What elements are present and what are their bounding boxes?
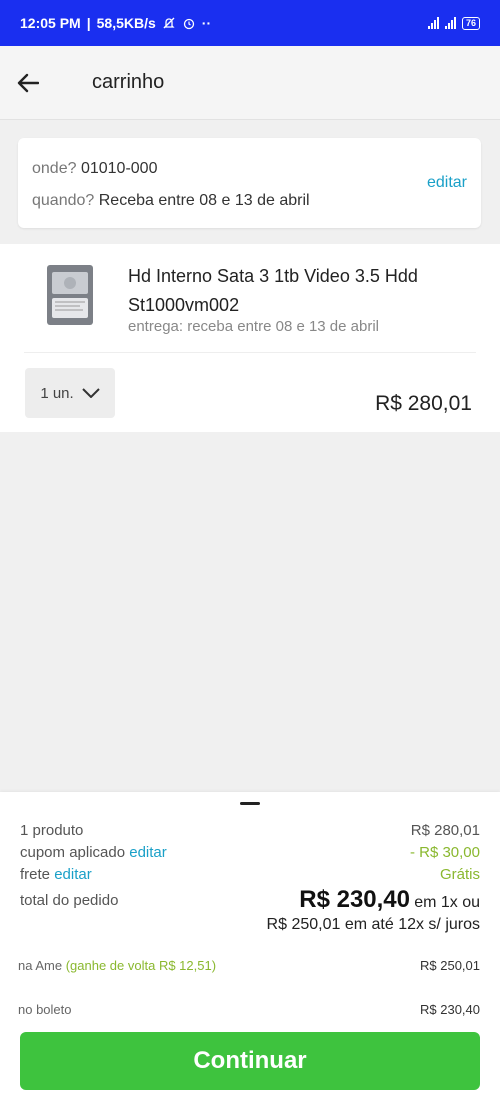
ame-label: na Ame (18, 958, 63, 973)
quantity-value: 1 un. (40, 384, 74, 402)
shipping-value: Grátis (439, 866, 480, 883)
status-time: 12:05 PM (20, 15, 81, 31)
back-button[interactable] (0, 46, 56, 120)
order-summary: 1 produto R$ 280,01 cupom aplicado edita… (0, 792, 500, 1110)
signal-icon-2 (444, 17, 456, 29)
signal-icon (427, 17, 439, 29)
ame-payment-row: na Ame (ganhe de volta R$ 12,51) R$ 250,… (18, 958, 480, 973)
summary-shipping-row: frete editar Grátis (20, 866, 480, 883)
boleto-label: no boleto (18, 1002, 72, 1017)
alarm-icon (183, 18, 194, 30)
continue-button[interactable]: Continuar (20, 1032, 480, 1090)
edit-shipping-link[interactable]: editar (54, 866, 92, 883)
edit-coupon-link[interactable]: editar (129, 844, 167, 861)
more-notifications-icon: ·· (201, 15, 212, 31)
status-bar: 12:05 PM | 58,5KB/s ·· 76 (0, 0, 500, 46)
battery-icon: 76 (461, 16, 480, 30)
delivery-location-card: onde? 01010-000 quando? Receba entre 08 … (18, 138, 481, 228)
drag-handle[interactable] (240, 802, 260, 805)
product-title[interactable]: Hd Interno Sata 3 1tb Video 3.5 Hdd St10… (128, 262, 458, 320)
coupon-value: - R$ 30,00 (409, 844, 480, 861)
when-label: quando? (32, 192, 95, 209)
when-value: Receba entre 08 e 13 de abril (98, 192, 310, 209)
shipping-label: frete (20, 866, 51, 883)
status-right: 76 (427, 16, 480, 30)
product-price: R$ 280,01 (375, 392, 472, 415)
where-value: 01010-000 (80, 160, 158, 177)
total-value: R$ 230,40 (299, 886, 411, 913)
when-line: quando? Receba entre 08 e 13 de abril (32, 192, 310, 210)
product-delivery: entrega: receba entre 08 e 13 de abril (128, 318, 380, 335)
boleto-value: R$ 230,40 (420, 1002, 480, 1017)
total-suffix: em 1x ou (414, 894, 480, 911)
page-title: carrinho (92, 71, 165, 93)
coupon-label: cupom aplicado (20, 844, 126, 861)
products-label: 1 produto (20, 822, 84, 839)
ame-cashback: (ganhe de volta R$ 12,51) (65, 958, 217, 973)
status-separator: | (86, 15, 91, 31)
where-line: onde? 01010-000 (32, 160, 157, 178)
summary-total-row: total do pedido R$ 230,40 em 1x ou (20, 886, 480, 913)
ame-value: R$ 250,01 (420, 958, 480, 973)
status-left: 12:05 PM | 58,5KB/s ·· (20, 15, 211, 31)
product-image[interactable] (46, 264, 94, 326)
edit-location-link[interactable]: editar (427, 174, 467, 192)
status-network-speed: 58,5KB/s (96, 15, 156, 31)
arrow-left-icon (17, 73, 39, 92)
cart-item: Hd Interno Sata 3 1tb Video 3.5 Hdd St10… (0, 244, 500, 432)
where-label: onde? (32, 160, 77, 177)
summary-coupon-row: cupom aplicado editar - R$ 30,00 (20, 844, 480, 861)
app-bar: carrinho (0, 46, 500, 120)
total-value-group: R$ 230,40 em 1x ou (299, 886, 480, 914)
chevron-down-icon (81, 388, 100, 398)
quantity-select[interactable]: 1 un. (25, 368, 115, 418)
summary-products-row: 1 produto R$ 280,01 (20, 822, 480, 839)
total-label: total do pedido (20, 892, 119, 909)
boleto-payment-row: no boleto R$ 230,40 (18, 1002, 480, 1017)
mute-icon (163, 17, 175, 29)
products-value: R$ 280,01 (410, 822, 480, 839)
installments-text: R$ 250,01 em até 12x s/ juros (266, 916, 480, 933)
divider (24, 352, 476, 353)
